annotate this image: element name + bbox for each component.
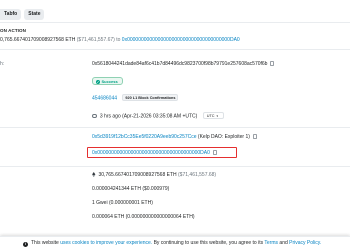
tab-state[interactable]: State — [24, 9, 45, 20]
transaction-action-title: ON ACTION — [0, 28, 26, 33]
divider — [0, 49, 350, 50]
from-row: 0x5d3919f12bCc35Ee5f0220A9eeb90c257Cce (… — [92, 134, 257, 140]
tx-hash-row: 0x5618044241dade84af6c41b7d84496dc982370… — [92, 61, 275, 67]
cookie-message: i This website uses cookies to improve yo… — [23, 240, 321, 247]
timezone-value: UTC — [206, 114, 215, 118]
value-row: 30,765.667401709008927568 ETH ($71,461,5… — [92, 172, 216, 178]
tab-info[interactable]: Tabfo — [0, 9, 22, 20]
status-badge: ✓ Success — [92, 77, 123, 85]
value-usd: ($71,461,557.68) — [178, 172, 217, 179]
cookie-prefix: This website — [31, 240, 59, 246]
ethereum-icon — [92, 172, 96, 177]
terms-link[interactable]: Terms — [264, 240, 278, 246]
action-usd-value: ($71,461,557.67) — [76, 37, 115, 43]
privacy-policy-link[interactable]: Privacy Policy. — [289, 240, 321, 246]
from-address-tag: (Kelp DAO: Exploiter 1) — [197, 134, 250, 140]
timezone-dropdown[interactable]: UTC ▾ — [202, 112, 225, 119]
from-address-link[interactable]: 0x5d3919f12bCc35Ee5f0220A9eeb90c257Cce — [92, 134, 197, 140]
action-to-word: to — [116, 37, 121, 43]
divider — [0, 127, 350, 128]
chevron-down-icon: ▾ — [216, 114, 219, 118]
tx-hash-value: 0x5618044241dade84af6c41b7d84496dc982370… — [92, 61, 268, 67]
cookie-policy-link[interactable]: uses cookies to improve your experience. — [60, 240, 152, 246]
cookie-consent-bar: i This website uses cookies to improve yo… — [0, 236, 350, 250]
highlight-annotation — [87, 147, 237, 158]
action-to-address-link[interactable]: 0x0000000000000000000000000000000000000D… — [122, 37, 240, 43]
l1-fee-value: 0.000064 ETH (0.000000000000000064 ETH) — [92, 214, 195, 220]
check-circle-icon: ✓ — [96, 80, 100, 84]
action-amount: 0,765.667401709008927568 ETH — [0, 37, 76, 43]
block-number-link[interactable]: 454686044 — [92, 96, 117, 102]
gas-price-value: 1 Gwei (0.000000001 ETH) — [92, 200, 153, 206]
divider — [0, 22, 350, 23]
confirmations-badge: 920 L1 Block Confirmations — [122, 94, 179, 101]
info-icon: i — [23, 241, 28, 247]
copy-icon[interactable] — [252, 134, 257, 139]
transaction-fee-value: 0.000004241344 ETH ($0.000979) — [92, 186, 170, 192]
tab-bar: Tabfo State — [0, 9, 47, 21]
copy-icon[interactable] — [270, 61, 275, 66]
timestamp-row: 3 hrs ago (Apr-21-2026 03:35:08 AM +UTC)… — [92, 112, 225, 120]
transaction-action-summary: 0,765.667401709008927568 ETH ($71,461,55… — [0, 37, 240, 43]
clock-icon — [92, 113, 97, 118]
value-eth: 30,765.667401709008927568 ETH — [98, 172, 177, 179]
cookie-middle: By continuing to use this website, you a… — [153, 240, 264, 246]
block-row: 454686044 920 L1 Block Confirmations — [92, 94, 179, 102]
divider — [0, 166, 350, 167]
tx-hash-label: h: — [0, 61, 5, 67]
cookie-and: and — [279, 240, 288, 246]
timestamp-value: 3 hrs ago (Apr-21-2026 03:35:08 AM +UTC) — [99, 113, 198, 120]
status-label: Success — [101, 79, 118, 84]
